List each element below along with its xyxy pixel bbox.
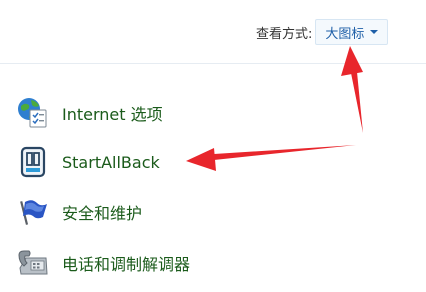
phone-modem-icon <box>18 250 48 275</box>
chevron-down-icon <box>370 30 379 34</box>
item-security-maintenance[interactable]: 安全和维护 <box>16 194 142 230</box>
view-by-value: 大图标 <box>325 26 365 42</box>
item-internet-options[interactable]: Internet 选项 <box>16 95 163 131</box>
startallback-icon <box>20 146 46 178</box>
item-startallback-label: StartAllBack <box>62 152 160 172</box>
item-internet-options-label: Internet 选项 <box>62 105 163 124</box>
control-panel-window: 查看方式: 大图标 Internet 选项 StartAllBack 安全和维护… <box>0 0 426 292</box>
annotation-arrow-up-head <box>341 46 363 76</box>
annotation-arrow-left-shaft <box>214 145 356 160</box>
annotation-arrow-left <box>186 145 356 171</box>
annotation-arrow-up-shaft <box>351 72 363 133</box>
header-divider <box>0 63 426 64</box>
item-phone-modem[interactable]: 电话和调制解调器 <box>16 245 190 281</box>
annotation-arrow-left-head <box>186 148 216 171</box>
item-phone-modem-label: 电话和调制解调器 <box>62 255 191 274</box>
security-maintenance-flag-icon <box>20 200 47 225</box>
internet-options-icon <box>18 98 47 128</box>
annotation-arrow-up <box>341 46 363 133</box>
view-by-label: 查看方式: <box>256 26 313 42</box>
item-security-maintenance-label: 安全和维护 <box>62 204 143 223</box>
view-by-dropdown[interactable]: 大图标 <box>315 19 389 45</box>
item-startallback[interactable]: StartAllBack <box>16 144 160 180</box>
view-by-control: 查看方式: 大图标 <box>256 19 389 45</box>
